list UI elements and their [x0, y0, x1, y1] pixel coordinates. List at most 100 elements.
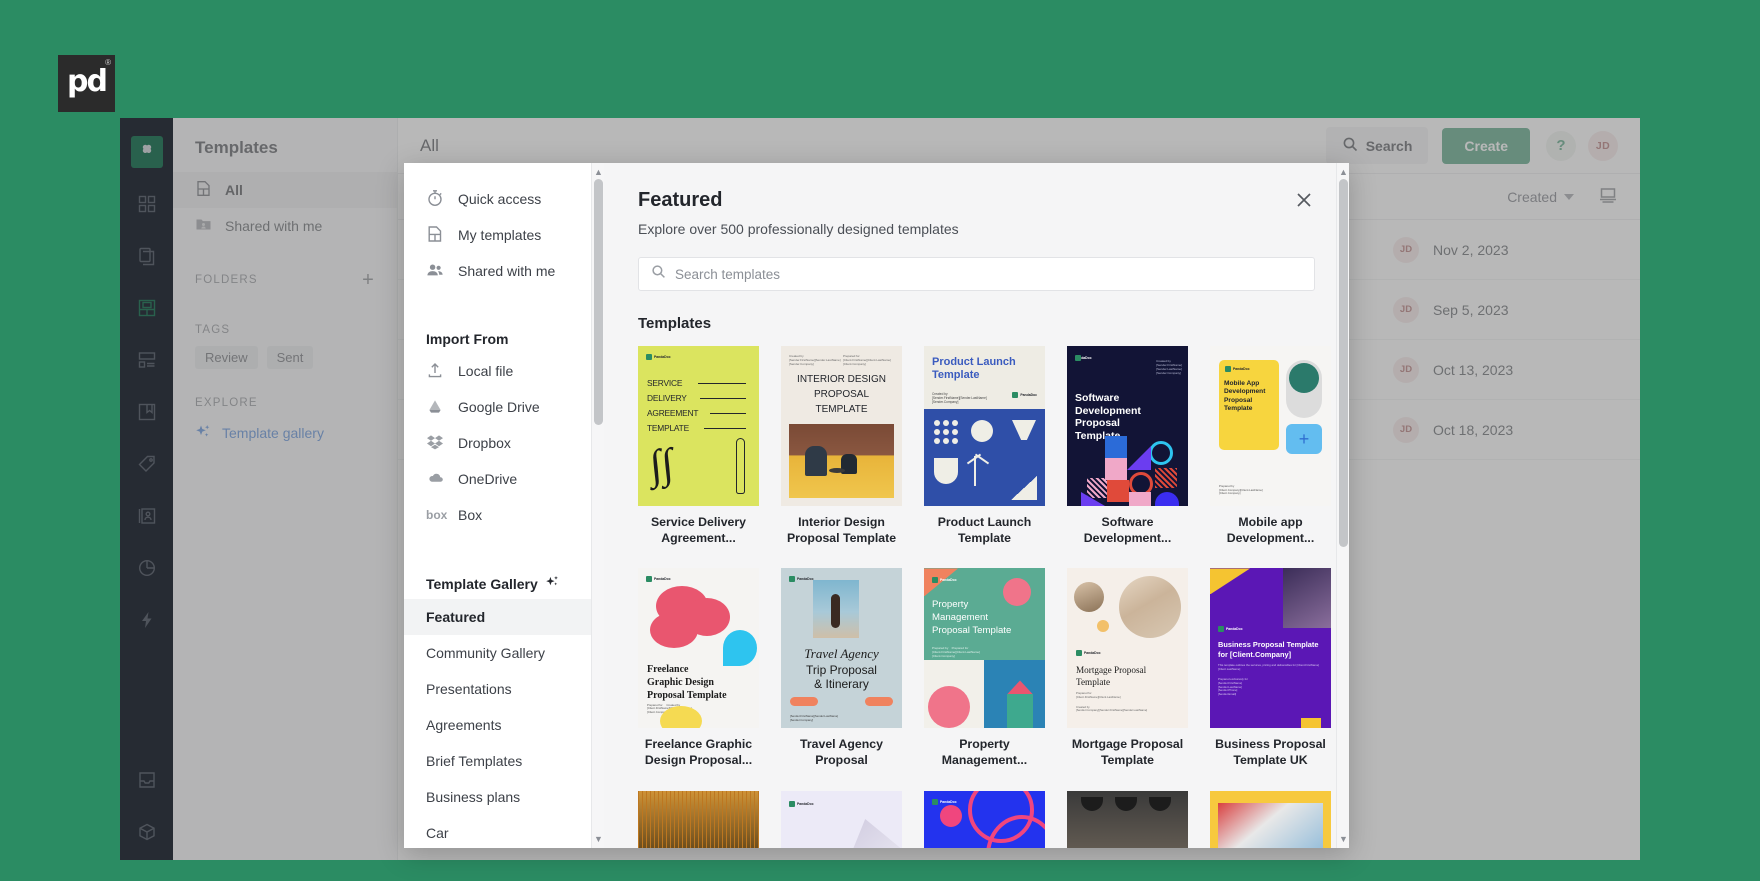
- template-thumbnail: PandaDoc Business Proposal Template for …: [1210, 568, 1331, 728]
- rail-item-settings[interactable]: [120, 858, 173, 860]
- modal-category-presentations[interactable]: Presentations: [404, 671, 604, 707]
- template-card[interactable]: PandaDoc Conversion Rate Optimization Pr…: [781, 791, 902, 848]
- template-search-field[interactable]: Search templates: [638, 257, 1315, 291]
- template-card[interactable]: PandaDoc Mortgage Proposal Template Prep…: [1067, 568, 1188, 768]
- thumb-line: TEMPLATE: [781, 402, 902, 417]
- modal-nav-quick-access[interactable]: Quick access: [404, 181, 604, 217]
- pandadoc-watermark: PandaDoc: [1012, 392, 1037, 398]
- rail-item-contacts[interactable]: [120, 490, 173, 542]
- modal-category-car[interactable]: Car: [404, 815, 604, 848]
- pandadoc-watermark: PandaDoc: [646, 354, 671, 360]
- template-card[interactable]: PandaDoc: [1067, 791, 1188, 848]
- modal-category-featured[interactable]: Featured: [404, 599, 604, 635]
- thumb-line: Trip Proposal: [781, 663, 902, 677]
- modal-import-onedrive[interactable]: OneDrive: [404, 461, 604, 497]
- modal-import-local-file[interactable]: Local file: [404, 353, 604, 389]
- modal-category-business-plans[interactable]: Business plans: [404, 779, 604, 815]
- rail-item-reporting[interactable]: [120, 542, 173, 594]
- template-card[interactable]: PandaDoc Freelance Graphic Design Propos…: [638, 568, 759, 768]
- sidebar-item-all[interactable]: All: [173, 172, 397, 208]
- modal-nav-my-templates[interactable]: My templates: [404, 217, 604, 253]
- plus-icon[interactable]: +: [362, 270, 375, 290]
- document-icon: [195, 180, 212, 200]
- thumb-meta: Prepared for[Client.FirstName][Client.La…: [1076, 692, 1147, 712]
- modal-category-agreements[interactable]: Agreements: [404, 707, 604, 743]
- template-card[interactable]: PandaDoc SERVICE DELIVERY AGREEMENT TEMP…: [638, 346, 759, 546]
- modal-category-community-gallery[interactable]: Community Gallery: [404, 635, 604, 671]
- pandadoc-watermark: PandaDoc: [1225, 366, 1250, 372]
- modal-nav-label: My templates: [458, 227, 541, 243]
- modal-subtitle: Explore over 500 professionally designed…: [638, 221, 1315, 237]
- template-card[interactable]: PandaDoc Created by[Sender.FirstName][Se…: [1067, 346, 1188, 546]
- modal-import-heading-label: Import From: [426, 331, 508, 347]
- tag-chip-sent[interactable]: Sent: [267, 346, 314, 369]
- modal-import-google-drive[interactable]: Google Drive: [404, 389, 604, 425]
- template-card[interactable]: PandaDoc Business Proposal Template for …: [1210, 568, 1331, 768]
- template-card[interactable]: PandaDoc TECHNICAL PROPOSAL TEMPLATE DES…: [924, 791, 1045, 848]
- sidebar-item-shared-with-me[interactable]: Shared with me: [173, 208, 397, 244]
- modal-import-dropbox[interactable]: Dropbox: [404, 425, 604, 461]
- rail-item-inbox[interactable]: [120, 754, 173, 806]
- thumb-line: INTERIOR DESIGN: [781, 372, 902, 387]
- template-card[interactable]: PandaDoc Property Management Proposal Te…: [924, 568, 1045, 768]
- team-photo: [1283, 568, 1331, 628]
- shared-folder-icon: [195, 216, 212, 236]
- template-card[interactable]: PandaDoc Mobile App Development Proposal…: [1210, 346, 1331, 546]
- watermark-label: PandaDoc: [1226, 627, 1243, 631]
- contacts-icon: [137, 506, 157, 526]
- view-columns-icon[interactable]: [1598, 186, 1618, 207]
- modal-nav-shared-with-me[interactable]: Shared with me: [404, 253, 604, 289]
- modal-body-scrollbar[interactable]: ▲ ▼: [1336, 163, 1349, 848]
- rail-item-documents[interactable]: [120, 230, 173, 282]
- templates-section-heading: Templates: [638, 315, 1315, 332]
- rail-item-dashboard[interactable]: [120, 178, 173, 230]
- rail-item-automations[interactable]: [120, 594, 173, 646]
- close-icon[interactable]: [1293, 189, 1315, 211]
- modal-nav-label: OneDrive: [458, 471, 517, 487]
- template-card[interactable]: HVAC Proposal Template: [1210, 791, 1331, 848]
- template-thumbnail: PandaDoc Freelance Graphic Design Propos…: [638, 568, 759, 728]
- rail-item-workspace-logo[interactable]: [120, 126, 173, 178]
- template-card[interactable]: Created by [Sender.FirstName][Sender.Las…: [781, 346, 902, 546]
- column-header-created[interactable]: Created: [1507, 189, 1574, 205]
- help-button[interactable]: ?: [1546, 131, 1576, 161]
- inbox-icon: [137, 770, 157, 790]
- modal-body: Featured Explore over 500 professionally…: [604, 163, 1349, 848]
- lightning-icon: [137, 610, 157, 630]
- rail-item-integrations[interactable]: [120, 806, 173, 858]
- template-card[interactable]: PandaDoc Travel Agency Trip Proposal & I…: [781, 568, 902, 768]
- pandadoc-logo[interactable]: pd ®: [58, 55, 115, 112]
- scroll-up-icon[interactable]: ▲: [592, 165, 604, 179]
- thumb-line: & Itinerary: [781, 677, 902, 691]
- scroll-down-icon[interactable]: ▼: [592, 832, 604, 846]
- template-thumbnail: PandaDoc Travel Agency Trip Proposal & I…: [781, 568, 902, 728]
- modal-import-box[interactable]: box Box: [404, 497, 604, 533]
- template-card-label: Software Development...: [1067, 515, 1188, 546]
- modal-category-brief-templates[interactable]: Brief Templates: [404, 743, 604, 779]
- sidebar-item-template-gallery[interactable]: Template gallery: [173, 417, 397, 449]
- template-thumbnail: PandaDoc Mortgage Proposal Template Prep…: [1067, 568, 1188, 728]
- avatar[interactable]: JD: [1588, 131, 1618, 161]
- scrollbar-thumb[interactable]: [1339, 179, 1348, 547]
- rail-item-catalog[interactable]: [120, 386, 173, 438]
- template-thumbnail: PandaDoc TECHNICAL PROPOSAL TEMPLATE DES…: [924, 791, 1045, 848]
- tag-chip-review[interactable]: Review: [195, 346, 258, 369]
- scrollbar-thumb[interactable]: [594, 179, 603, 425]
- template-card[interactable]: Product Launch Template Created by [Send…: [924, 346, 1045, 546]
- cyan-blob: [723, 630, 757, 666]
- watermark-label: PandaDoc: [1020, 393, 1037, 397]
- search-button[interactable]: Search: [1326, 127, 1429, 164]
- create-button[interactable]: Create: [1442, 128, 1530, 164]
- template-card[interactable]: PandaDoc: [638, 791, 759, 848]
- template-icon: [137, 298, 157, 318]
- scroll-down-icon[interactable]: ▼: [1337, 832, 1349, 846]
- row-avatar: JD: [1393, 417, 1419, 443]
- scroll-up-icon[interactable]: ▲: [1337, 165, 1349, 179]
- template-card-label: Travel Agency Proposal: [781, 737, 902, 768]
- rail-item-content-library[interactable]: [120, 334, 173, 386]
- modal-sidebar-scrollbar[interactable]: ▲ ▼: [591, 163, 604, 848]
- rail-item-templates[interactable]: [120, 282, 173, 334]
- template-card-label: Mobile app Development...: [1210, 515, 1331, 546]
- pandadoc-watermark: PandaDoc: [932, 799, 957, 805]
- rail-item-tags[interactable]: [120, 438, 173, 490]
